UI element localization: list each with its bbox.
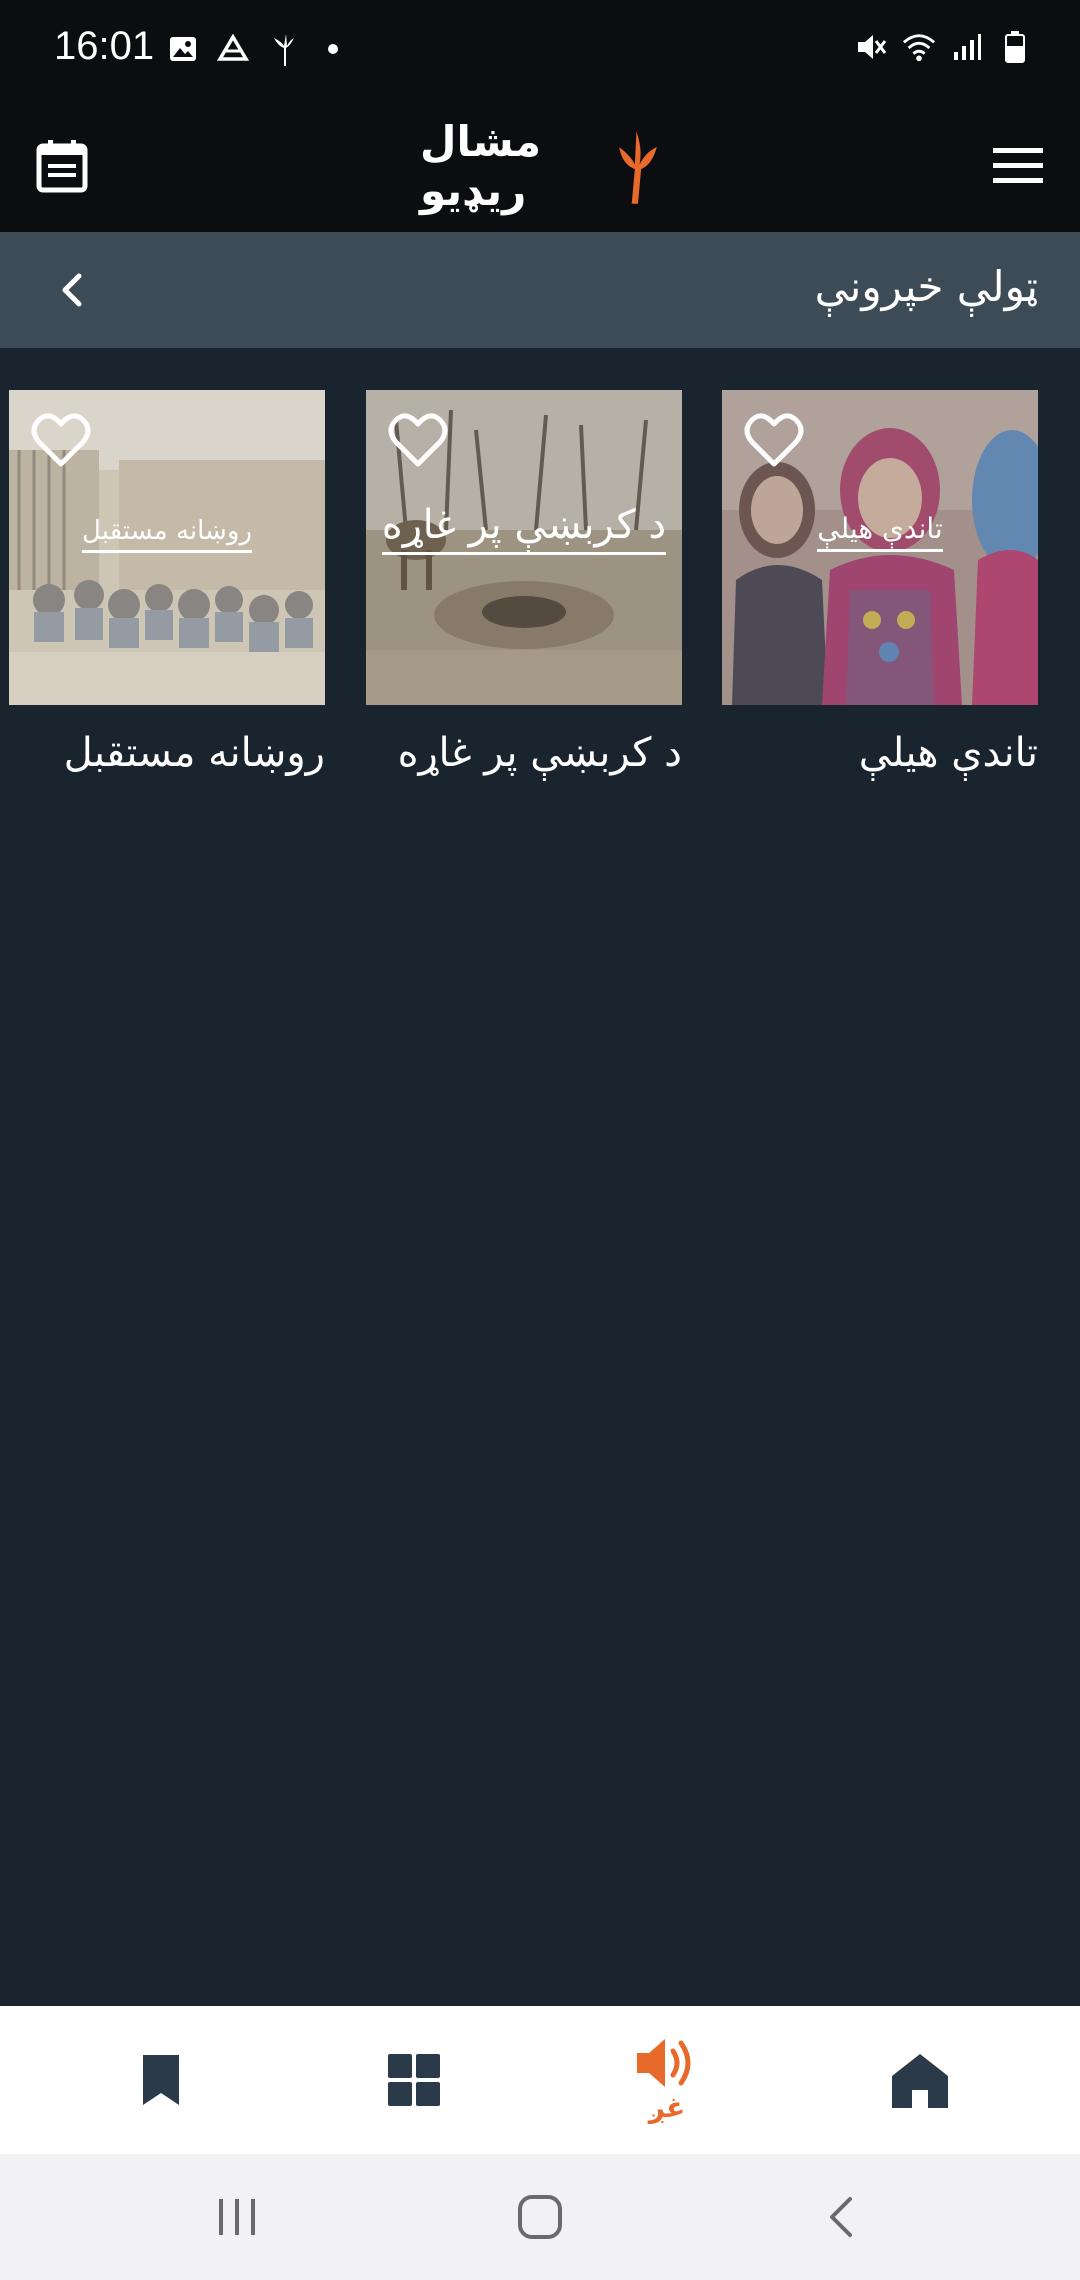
- back-icon: [830, 2197, 852, 2237]
- radio-logo-icon: [266, 32, 300, 66]
- nav-audio[interactable]: غږ: [607, 2006, 727, 2154]
- program-card-tandi-heeli[interactable]: تاندې هیلې تاندې هیلې: [722, 390, 1038, 776]
- app-logo[interactable]: مشال ریډیو: [420, 110, 660, 222]
- back-button[interactable]: [806, 2184, 876, 2250]
- recent-apps-button[interactable]: [202, 2184, 272, 2250]
- grid-icon: [388, 2054, 440, 2106]
- audio-icon: [637, 2038, 691, 2087]
- program-card-krabshi[interactable]: د کربښې پر غاړه د کربښې پر غاړه: [366, 390, 682, 776]
- mute-icon: [854, 30, 888, 64]
- logo-text: مشال ریډیو: [420, 117, 541, 215]
- status-time: 16:01: [54, 24, 155, 68]
- card-overlay-title: د کربښې پر غاړه: [366, 502, 682, 555]
- program-card-roshana-mustaqbal[interactable]: روښانه مستقبل روښانه مستقبل: [9, 390, 325, 776]
- heart-icon[interactable]: [31, 412, 91, 468]
- status-bar: 16:01: [0, 0, 1080, 100]
- bottom-navigation: غږ: [0, 2006, 1080, 2154]
- nav-home[interactable]: [860, 2006, 980, 2154]
- heart-icon[interactable]: [388, 412, 448, 468]
- card-title[interactable]: د کربښې پر غاړه: [398, 730, 682, 776]
- home-circle-icon: [518, 2195, 562, 2239]
- chevron-left-icon[interactable]: [44, 262, 100, 318]
- torch-logo-icon: [619, 131, 657, 204]
- menu-icon: [993, 148, 1043, 183]
- nav-bookmarks[interactable]: [101, 2006, 221, 2154]
- wifi-icon: [902, 30, 936, 64]
- status-right-icons: [854, 30, 1032, 64]
- bookmark-icon: [143, 2055, 179, 2105]
- recent-apps-icon: [219, 2199, 255, 2235]
- nav-audio-label: غږ: [648, 2090, 686, 2124]
- section-header: ټولې خپرونې: [0, 232, 1080, 348]
- section-title: ټولې خپرونې: [814, 262, 1038, 311]
- card-title[interactable]: تاندې هیلې: [859, 730, 1038, 776]
- drive-icon: [216, 32, 250, 66]
- program-thumbnail[interactable]: تاندې هیلې: [722, 390, 1038, 705]
- card-title[interactable]: روښانه مستقبل: [64, 730, 325, 776]
- menu-button[interactable]: [978, 126, 1058, 206]
- schedule-button[interactable]: [22, 126, 102, 206]
- program-thumbnail[interactable]: روښانه مستقبل: [9, 390, 325, 705]
- status-left-icons: [166, 32, 350, 66]
- card-overlay-title: تاندې هیلې: [722, 512, 1038, 552]
- heart-icon[interactable]: [744, 412, 804, 468]
- dot-icon: [316, 32, 350, 66]
- home-button[interactable]: [505, 2184, 575, 2250]
- app-header: مشال ریډیو: [0, 100, 1080, 232]
- gallery-icon: [166, 32, 200, 66]
- program-thumbnail[interactable]: د کربښې پر غاړه: [366, 390, 682, 705]
- battery-icon: [998, 30, 1032, 64]
- system-navigation: [0, 2154, 1080, 2280]
- home-icon: [892, 2054, 948, 2108]
- nav-sections[interactable]: [354, 2006, 474, 2154]
- schedule-icon: [36, 140, 88, 193]
- signal-icon: [950, 30, 984, 64]
- card-overlay-title: روښانه مستقبل: [9, 516, 325, 553]
